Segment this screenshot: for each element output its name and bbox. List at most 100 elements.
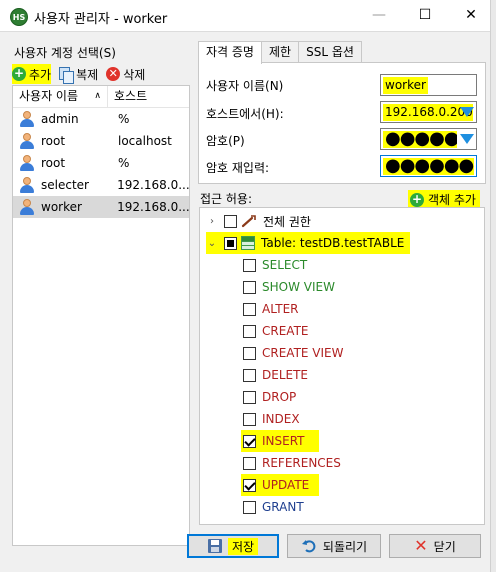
password-confirm-input[interactable]: ●●●●●●●●● (380, 155, 477, 177)
username-label: 사용자 이름(N) (206, 79, 284, 93)
close-button[interactable]: ✕ 닫기 (389, 534, 481, 558)
chevron-down-icon[interactable]: ⌄ (206, 238, 218, 249)
tree-node-all-privileges[interactable]: › 전체 권한 (206, 210, 311, 232)
privilege-row[interactable]: SELECT (243, 254, 307, 276)
user-name: root (41, 156, 66, 170)
user-row[interactable]: root % (13, 152, 189, 174)
user-icon (19, 133, 35, 149)
privilege-checkbox[interactable] (243, 500, 256, 514)
privilege-checkbox[interactable] (243, 346, 256, 360)
add-user-button[interactable]: + 추가 (12, 64, 52, 84)
privilege-label: SHOW VIEW (262, 280, 335, 294)
user-name: admin (41, 112, 79, 126)
privilege-label: CREATE (262, 324, 309, 338)
privilege-label: DELETE (262, 368, 309, 382)
user-host: % (118, 156, 130, 170)
host-label: 호스트에서(H): (206, 107, 284, 121)
access-label: 접근 허용: (200, 192, 253, 206)
add-user-label: 추가 (29, 67, 52, 82)
user-toolbar: + 추가 복제 ✕ 삭제 (12, 64, 145, 84)
privilege-row[interactable]: GRANT (243, 496, 304, 518)
privilege-row[interactable]: CREATE (243, 320, 309, 342)
table-icon (241, 236, 255, 250)
password-input[interactable]: ●●●●●●● (380, 128, 477, 150)
tree-node-table[interactable]: ⌄ Table: testDB.testTABLE (206, 232, 411, 254)
privilege-label: SELECT (262, 258, 308, 272)
user-host: % (118, 112, 130, 126)
revert-button[interactable]: 되돌리기 (287, 534, 381, 558)
chevron-down-icon[interactable] (460, 134, 474, 144)
user-row[interactable]: admin % (13, 108, 189, 130)
user-row[interactable]: root localhost (13, 130, 189, 152)
username-input[interactable]: worker (380, 74, 477, 96)
privilege-row[interactable]: UPDATE (241, 474, 320, 496)
user-icon (19, 177, 35, 193)
privilege-label: CREATE VIEW (262, 346, 344, 360)
copy-icon (59, 66, 75, 84)
window-title: 사용자 관리자 - worker (34, 12, 168, 27)
privilege-label: GRANT (262, 500, 304, 514)
user-row-selected[interactable]: worker 192.168.0... (13, 196, 189, 218)
user-list-header: 사용자 이름 ∧ 호스트 (13, 86, 189, 108)
save-label: 저장 (227, 537, 259, 555)
privilege-row[interactable]: DROP (243, 386, 296, 408)
tab-ssl-options[interactable]: SSL 옵션 (298, 41, 362, 63)
privilege-checkbox[interactable] (243, 324, 256, 338)
user-name: selecter (41, 178, 89, 192)
user-host: localhost (118, 134, 172, 148)
privilege-row[interactable]: DELETE (243, 364, 308, 386)
privilege-checkbox[interactable] (243, 434, 256, 448)
maximize-button[interactable]: ☐ (402, 0, 448, 32)
close-icon: ✕ (414, 536, 428, 555)
chevron-down-icon[interactable] (460, 107, 474, 117)
privilege-checkbox[interactable] (243, 456, 256, 470)
user-row[interactable]: selecter 192.168.0... (13, 174, 189, 196)
privilege-label: INDEX (262, 412, 300, 426)
user-icon (19, 155, 35, 171)
copy-user-button[interactable]: 복제 (59, 64, 98, 84)
undo-icon (301, 540, 316, 553)
privilege-row[interactable]: ALTER (243, 298, 299, 320)
password-label: 암호(P) (206, 134, 245, 148)
column-header-username[interactable]: 사용자 이름 ∧ (13, 86, 108, 107)
user-icon (19, 199, 35, 215)
column-header-host[interactable]: 호스트 (108, 86, 147, 107)
tab-credentials[interactable]: 자격 증명 (198, 41, 262, 64)
privilege-checkbox[interactable] (243, 478, 256, 492)
privilege-checkbox[interactable] (243, 368, 256, 382)
revert-label: 되돌리기 (322, 539, 368, 554)
table-node-label: Table: testDB.testTABLE (261, 236, 405, 250)
privilege-checkbox[interactable] (243, 302, 256, 316)
minimize-button[interactable]: — (356, 0, 402, 32)
tab-limits[interactable]: 제한 (260, 41, 300, 63)
all-privileges-checkbox[interactable] (224, 214, 237, 228)
save-button[interactable]: 저장 (187, 534, 279, 558)
privilege-row[interactable]: SHOW VIEW (243, 276, 335, 298)
title-bar: HS 사용자 관리자 - worker — ☐ ✕ (0, 0, 496, 32)
privilege-row[interactable]: INDEX (243, 408, 300, 430)
privilege-row[interactable]: CREATE VIEW (243, 342, 344, 364)
user-name: root (41, 134, 66, 148)
user-host: 192.168.0... (117, 200, 189, 214)
delete-user-label: 삭제 (123, 67, 146, 82)
privilege-row[interactable]: INSERT (241, 430, 319, 452)
user-icon (19, 111, 35, 127)
delete-icon: ✕ (106, 67, 121, 81)
delete-user-button[interactable]: ✕ 삭제 (106, 64, 145, 84)
privilege-checkbox[interactable] (243, 390, 256, 404)
copy-user-label: 복제 (76, 67, 99, 82)
user-name: worker (41, 200, 82, 214)
privilege-checkbox[interactable] (243, 412, 256, 426)
privilege-checkbox[interactable] (243, 280, 256, 294)
close-window-button[interactable]: ✕ (448, 0, 494, 32)
privilege-label: INSERT (262, 434, 305, 448)
credentials-panel: 사용자 이름(N) worker 호스트에서(H): 192.168.0.200… (198, 62, 486, 184)
table-node-checkbox[interactable] (224, 236, 237, 250)
privilege-row[interactable]: REFERENCES (243, 452, 341, 474)
host-combobox[interactable]: 192.168.0.200 (380, 101, 477, 123)
chevron-right-icon[interactable]: › (206, 216, 218, 227)
user-list: 사용자 이름 ∧ 호스트 admin % root localhost root… (12, 85, 190, 546)
plus-icon: + (410, 191, 424, 207)
privilege-checkbox[interactable] (243, 258, 256, 272)
save-icon (207, 539, 222, 553)
